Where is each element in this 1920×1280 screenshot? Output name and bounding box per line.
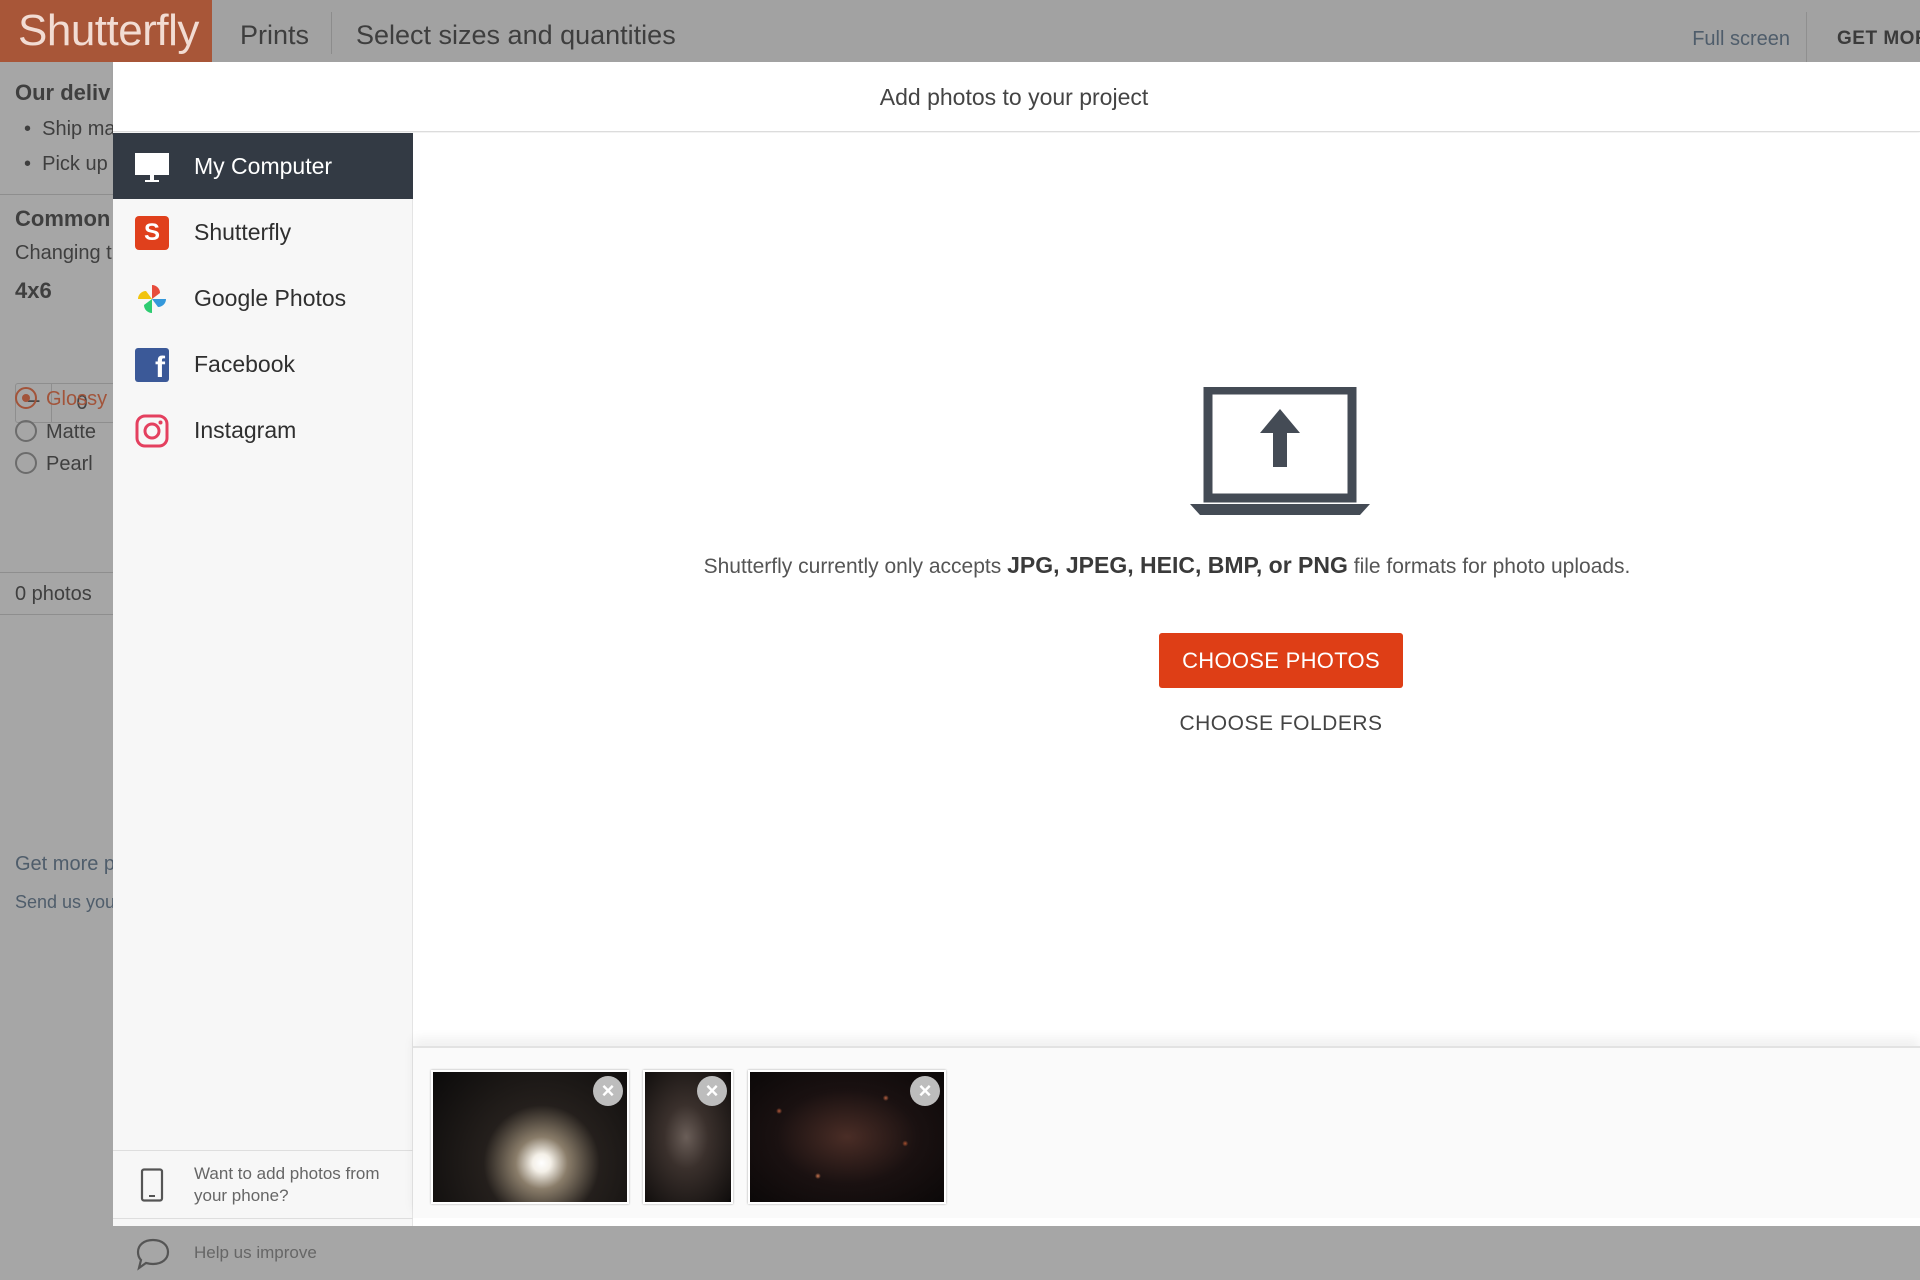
full-screen-link[interactable]: Full screen	[1692, 0, 1790, 62]
source-my-computer[interactable]: My Computer	[113, 133, 427, 199]
source-label: Google Photos	[194, 285, 347, 311]
source-instagram[interactable]: Instagram	[113, 397, 413, 463]
finish-radio-matte[interactable]	[15, 420, 37, 442]
speech-bubble-icon	[136, 1238, 170, 1271]
add-from-phone[interactable]: Want to add photos from your phone?	[113, 1150, 413, 1218]
phone-icon	[140, 1168, 164, 1202]
google-photos-icon	[138, 285, 166, 313]
phone-prompt: Want to add photos from your phone?	[194, 1164, 380, 1205]
choose-photos-button[interactable]: CHOOSE PHOTOS	[1159, 633, 1403, 688]
instagram-icon	[135, 414, 169, 448]
divider	[0, 614, 113, 615]
accepted-formats-text: Shutterfly currently only accepts JPG, J…	[703, 552, 1631, 578]
changing-text: Changing t	[15, 242, 112, 264]
remove-photo-icon[interactable]: ×	[697, 1076, 727, 1106]
source-label: Instagram	[194, 417, 297, 443]
upload-area	[413, 133, 1920, 1046]
finish-label-pearl[interactable]: Pearl	[46, 453, 93, 476]
source-label: Shutterfly	[194, 219, 292, 245]
source-label: Facebook	[194, 351, 296, 377]
source-label: My Computer	[194, 153, 333, 179]
send-us-link[interactable]: Send us you	[15, 892, 115, 913]
finish-radio-pearl[interactable]	[15, 452, 37, 474]
selected-photos-tray: × × ×	[413, 1046, 1920, 1218]
source-google-photos[interactable]: Google Photos	[113, 265, 413, 331]
photo-thumbnail[interactable]: ×	[748, 1070, 946, 1204]
remove-photo-icon[interactable]: ×	[910, 1076, 940, 1106]
shutterfly-icon: S	[135, 216, 169, 250]
divider	[0, 194, 113, 195]
source-shutterfly[interactable]: S Shutterfly	[113, 199, 413, 265]
finish-radio-glossy[interactable]	[15, 387, 37, 409]
add-photos-modal: Add photos to your project My Computer S…	[113, 62, 1920, 1271]
photo-source-list: My Computer S Shutterfly Google Photos f…	[113, 133, 427, 1271]
remove-photo-icon[interactable]: ×	[593, 1076, 623, 1106]
source-facebook[interactable]: f Facebook	[113, 331, 413, 397]
breadcrumb-divider	[331, 12, 332, 54]
get-more-link[interactable]: Get more p	[15, 853, 115, 876]
photo-thumbnail[interactable]: ×	[643, 1070, 733, 1204]
breadcrumb-select-sizes: Select sizes and quantities	[356, 20, 676, 50]
choose-folders-button[interactable]: CHOOSE FOLDERS	[1159, 704, 1403, 744]
laptop-upload-icon	[1190, 387, 1370, 515]
breadcrumb-prints[interactable]: Prints	[240, 0, 309, 62]
finish-label-matte[interactable]: Matte	[46, 421, 96, 444]
shutterfly-logo[interactable]: Shutterfly	[0, 0, 212, 62]
photo-count: 0 photos	[15, 583, 92, 605]
size-label: 4x6	[15, 278, 52, 303]
photo-thumbnail[interactable]: ×	[431, 1070, 629, 1204]
order-options-panel: Our deliv • Ship ma • Pick up Common Cha…	[0, 62, 125, 1280]
modal-header: Add photos to your project	[113, 62, 1920, 132]
monitor-icon	[135, 153, 169, 182]
facebook-icon: f	[135, 348, 169, 382]
delivery-item: • Ship ma	[24, 118, 116, 140]
delivery-item: • Pick up	[24, 153, 108, 175]
formats-list: JPG, JPEG, HEIC, BMP, or PNG	[1007, 552, 1348, 578]
modal-title: Add photos to your project	[879, 84, 1149, 110]
get-more-button[interactable]: GET MOR	[1806, 12, 1920, 62]
top-bar: Shutterfly Prints Select sizes and quant…	[0, 0, 1920, 62]
divider	[0, 572, 113, 573]
delivery-heading: Our deliv	[15, 80, 111, 105]
help-us-improve[interactable]: Help us improve	[113, 1218, 413, 1280]
common-heading: Common	[15, 206, 111, 231]
finish-label-glossy[interactable]: Glossy	[46, 388, 107, 411]
help-link: Help us improve	[194, 1243, 317, 1262]
